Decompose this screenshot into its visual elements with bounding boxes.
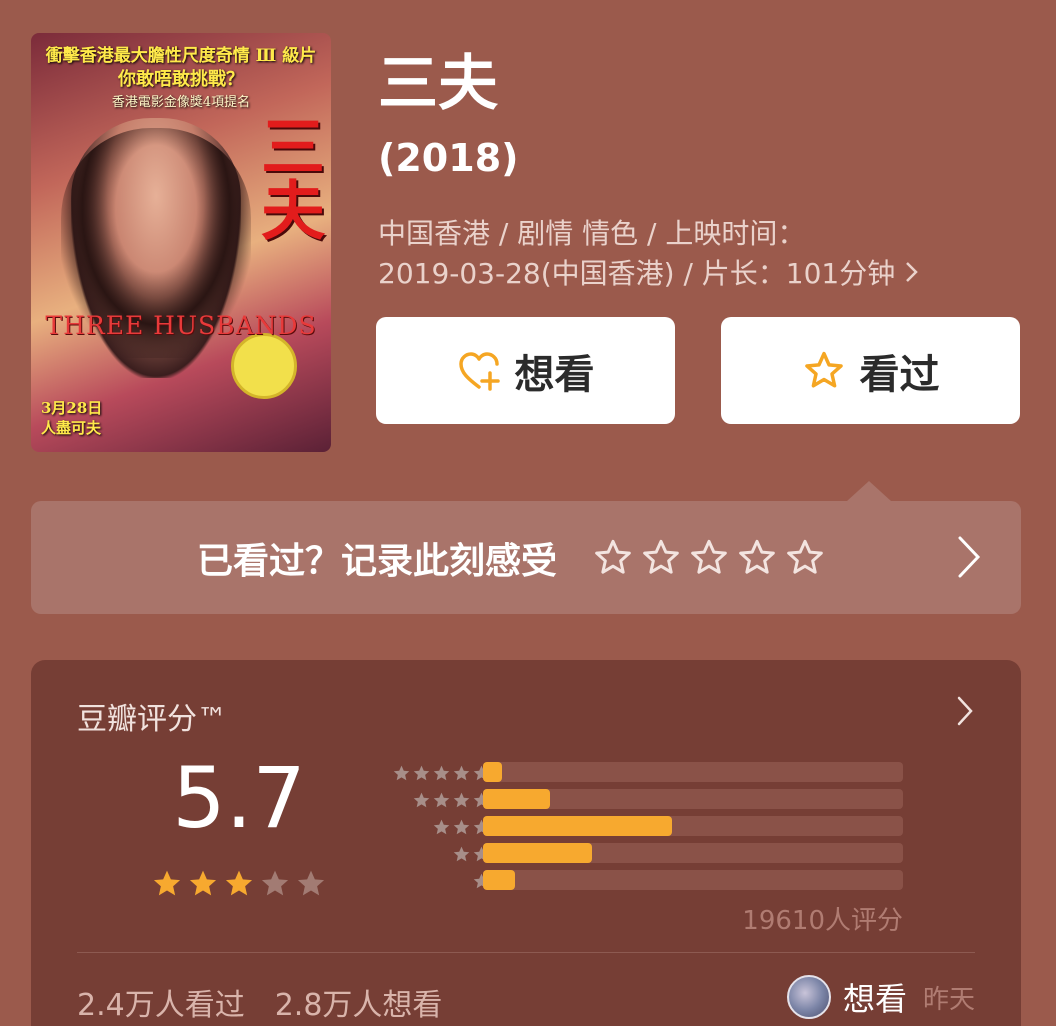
poster-plate bbox=[231, 333, 297, 399]
meta-line-2-text: 2019-03-28(中国香港) / 片长：101分钟 bbox=[378, 257, 896, 290]
distribution-stars bbox=[411, 787, 491, 814]
rate-now-banner[interactable]: 已看过？记录此刻感受 bbox=[31, 501, 1021, 614]
movie-year: (2018) bbox=[378, 136, 519, 180]
rating-stars bbox=[149, 866, 329, 902]
small-star-icon bbox=[451, 791, 471, 811]
small-star-icon bbox=[411, 764, 431, 784]
rate-star-icon[interactable] bbox=[685, 536, 733, 580]
douban-rating-card[interactable]: 豆瓣评分™ 5.7 19610人评分 2.4万人看过 2.8万人想看 想看 昨天 bbox=[31, 660, 1021, 1026]
heart-plus-icon bbox=[457, 349, 501, 393]
poster-tagline: 衝擊香港最大膽性尺度奇情 Ⅲ 級片 bbox=[45, 46, 317, 66]
small-star-icon bbox=[451, 845, 471, 865]
poster-date-sub: 人盡可夫 bbox=[41, 419, 102, 437]
star-empty-icon bbox=[293, 866, 329, 902]
meta-line-1: 中国香港 / 剧情 情色 / 上映时间： bbox=[378, 217, 806, 250]
distribution-track bbox=[483, 789, 903, 809]
distribution-bar bbox=[483, 816, 672, 836]
chevron-right-icon bbox=[957, 696, 973, 730]
divider bbox=[77, 952, 975, 953]
friend-time: 昨天 bbox=[922, 984, 975, 1015]
poster-date: 3月28日 bbox=[41, 399, 103, 417]
wanted-count: 2.8万人想看 bbox=[274, 988, 443, 1023]
rating-count: 19610人评分 bbox=[742, 906, 903, 936]
distribution-stars bbox=[431, 814, 491, 841]
distribution-row bbox=[361, 787, 921, 814]
rate-prompt: 已看过？记录此刻感受 bbox=[197, 540, 558, 582]
watched-label: 看过 bbox=[859, 351, 940, 398]
want-to-watch-label: 想看 bbox=[514, 351, 595, 398]
rating-label: 豆瓣评分™ bbox=[77, 702, 227, 737]
friend-action: 想看 bbox=[842, 980, 907, 1018]
rate-star-icon[interactable] bbox=[637, 536, 685, 580]
distribution-row bbox=[361, 868, 921, 895]
chevron-right-icon bbox=[905, 257, 919, 290]
distribution-bar bbox=[483, 789, 550, 809]
banner-pointer bbox=[847, 481, 891, 501]
poster-title: 三夫 bbox=[250, 113, 325, 241]
small-star-icon bbox=[431, 818, 451, 838]
small-star-icon bbox=[431, 764, 451, 784]
star-outline-icon bbox=[802, 349, 846, 393]
rating-score: 5.7 bbox=[172, 749, 306, 847]
small-star-icon bbox=[391, 764, 411, 784]
friend-activity[interactable]: 想看 昨天 bbox=[786, 974, 975, 1020]
watched-button[interactable]: 看过 bbox=[721, 317, 1020, 424]
star-filled-icon bbox=[149, 866, 185, 902]
small-star-icon bbox=[451, 764, 471, 784]
distribution-row bbox=[361, 841, 921, 868]
movie-meta[interactable]: 中国香港 / 剧情 情色 / 上映时间： 2019-03-28(中国香港) / … bbox=[378, 214, 998, 294]
movie-detail-page: 衝擊香港最大膽性尺度奇情 Ⅲ 級片 你敢唔敢挑戰？ 香港電影金像獎4項提名 三夫… bbox=[0, 0, 1056, 1026]
movie-title: 三夫 bbox=[378, 49, 498, 119]
chevron-right-icon bbox=[957, 535, 981, 583]
want-to-watch-button[interactable]: 想看 bbox=[376, 317, 675, 424]
movie-poster[interactable]: 衝擊香港最大膽性尺度奇情 Ⅲ 級片 你敢唔敢挑戰？ 香港電影金像獎4項提名 三夫… bbox=[31, 33, 331, 452]
distribution-track bbox=[483, 762, 903, 782]
rate-star-icon[interactable] bbox=[589, 536, 637, 580]
rating-distribution bbox=[361, 760, 921, 895]
poster-release-date: 3月28日 人盡可夫 bbox=[41, 398, 102, 438]
distribution-bar bbox=[483, 762, 502, 782]
star-filled-icon bbox=[185, 866, 221, 902]
distribution-row bbox=[361, 814, 921, 841]
distribution-bar bbox=[483, 870, 515, 890]
distribution-track bbox=[483, 843, 903, 863]
rate-stars[interactable] bbox=[589, 536, 829, 580]
small-star-icon bbox=[431, 791, 451, 811]
rate-star-icon[interactable] bbox=[733, 536, 781, 580]
star-filled-icon bbox=[221, 866, 257, 902]
small-star-icon bbox=[451, 818, 471, 838]
meta-line-2: 2019-03-28(中国香港) / 片长：101分钟 bbox=[378, 254, 998, 294]
distribution-bar bbox=[483, 843, 592, 863]
star-empty-icon bbox=[257, 866, 293, 902]
audience-stats: 2.4万人看过 2.8万人想看 bbox=[77, 980, 442, 1024]
distribution-track bbox=[483, 816, 903, 836]
small-star-icon bbox=[411, 791, 431, 811]
poster-award-note: 香港電影金像獎4項提名 bbox=[111, 95, 251, 110]
poster-tagline-question: 你敢唔敢挑戰？ bbox=[118, 69, 244, 90]
distribution-track bbox=[483, 870, 903, 890]
poster-english-title: THREE HUSBANDS bbox=[45, 311, 317, 340]
watched-count: 2.4万人看过 bbox=[77, 988, 245, 1023]
avatar[interactable] bbox=[786, 975, 831, 1019]
rate-star-icon[interactable] bbox=[781, 536, 829, 580]
distribution-row bbox=[361, 760, 921, 787]
distribution-stars bbox=[391, 760, 491, 787]
